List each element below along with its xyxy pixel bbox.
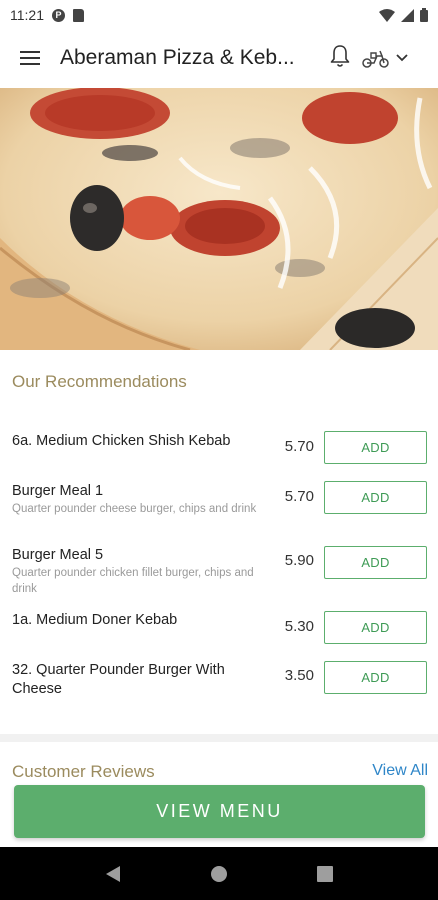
item-price: 5.70 xyxy=(284,438,314,455)
system-nav-bar xyxy=(0,847,438,900)
menu-button[interactable] xyxy=(8,36,52,80)
delivery-mode-selector[interactable] xyxy=(362,38,428,78)
chevron-down-icon xyxy=(396,54,408,62)
item-description: Quarter pounder chicken fillet burger, c… xyxy=(12,567,254,595)
section-divider xyxy=(0,734,438,742)
view-all-reviews-link[interactable]: View All xyxy=(372,762,428,780)
back-icon xyxy=(106,865,120,882)
item-price: 3.50 xyxy=(284,667,314,684)
battery-icon xyxy=(420,8,428,22)
signal-icon xyxy=(401,8,414,22)
item-name: 1a. Medium Doner Kebab xyxy=(12,612,178,628)
recents-icon xyxy=(317,865,333,882)
add-button[interactable]: ADD xyxy=(324,546,427,579)
item-name: 32. Quarter Pounder Burger With Cheese xyxy=(12,662,225,697)
menu-icon xyxy=(20,51,40,65)
notifications-button[interactable] xyxy=(324,38,356,74)
sd-card-icon xyxy=(73,8,84,22)
status-bar: 11:21 P xyxy=(0,0,438,30)
item-name: Burger Meal 5 xyxy=(12,547,104,563)
hero-image xyxy=(0,88,438,350)
status-time: 11:21 xyxy=(10,7,44,23)
home-button[interactable] xyxy=(199,854,239,894)
section-title-recommendations: Our Recommendations xyxy=(12,372,187,391)
recents-button[interactable] xyxy=(305,854,345,894)
item-name: Burger Meal 1 xyxy=(12,483,104,499)
section-title-reviews: Customer Reviews xyxy=(12,762,155,781)
pizza-photo xyxy=(0,88,438,350)
back-button[interactable] xyxy=(93,854,133,894)
bell-icon xyxy=(330,45,350,67)
item-price: 5.30 xyxy=(284,618,314,635)
add-button[interactable]: ADD xyxy=(324,481,427,514)
item-price: 5.70 xyxy=(284,488,314,505)
item-price: 5.90 xyxy=(284,552,314,569)
item-name: 6a. Medium Chicken Shish Kebab xyxy=(12,433,231,449)
pocket-casts-icon: P xyxy=(52,8,65,22)
app-bar: Aberaman Pizza & Keb... xyxy=(0,30,438,86)
add-button[interactable]: ADD xyxy=(324,431,427,464)
add-button[interactable]: ADD xyxy=(324,661,427,694)
view-menu-button[interactable]: VIEW MENU xyxy=(14,785,425,838)
scooter-icon xyxy=(362,50,389,68)
add-button[interactable]: ADD xyxy=(324,611,427,644)
page-title: Aberaman Pizza & Keb... xyxy=(60,46,295,69)
item-description: Quarter pounder cheese burger, chips and… xyxy=(12,503,257,515)
wifi-icon xyxy=(379,8,395,22)
home-icon xyxy=(211,865,227,882)
